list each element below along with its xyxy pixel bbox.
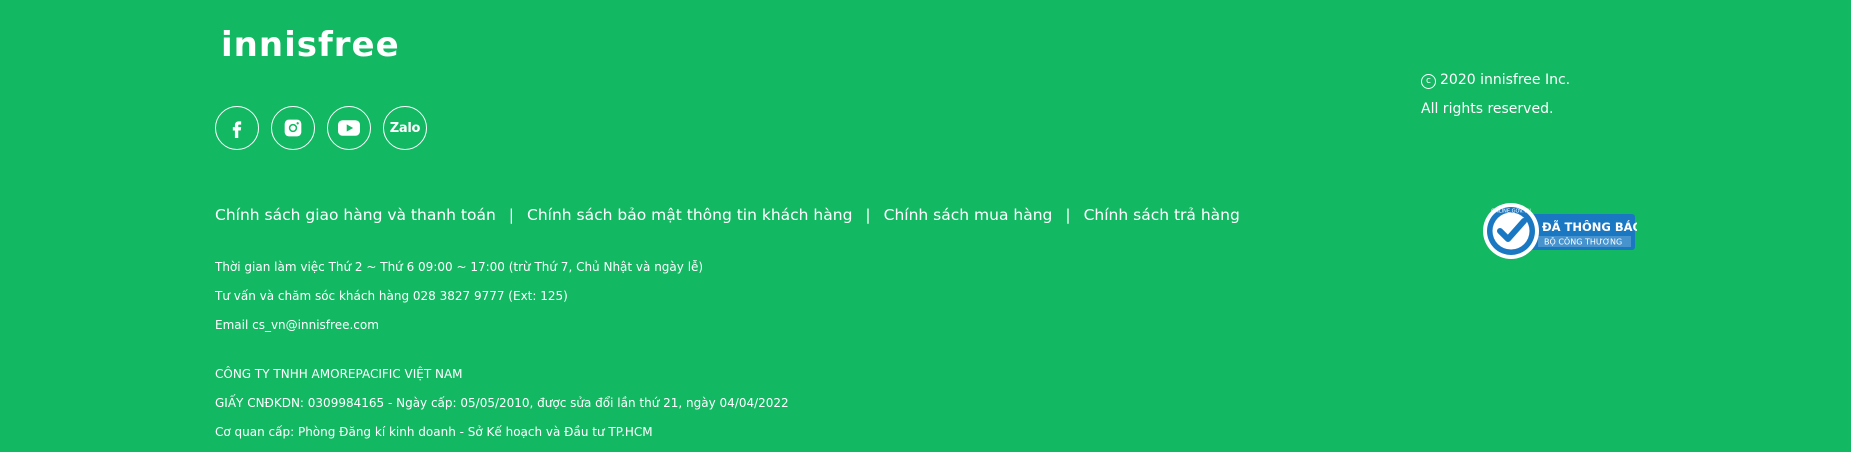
policy-link-shipping-payment[interactable]: Chính sách giao hàng và thanh toán bbox=[215, 206, 496, 224]
working-hours: Thời gian làm việc Thứ 2 ~ Thứ 6 09:00 ~… bbox=[215, 260, 704, 274]
policy-link-privacy[interactable]: Chính sách bảo mật thông tin khách hàng bbox=[527, 206, 852, 224]
instagram-button[interactable] bbox=[271, 106, 315, 150]
policy-link-purchase[interactable]: Chính sách mua hàng bbox=[884, 206, 1053, 224]
support-email: Email cs_vn@innisfree.com bbox=[215, 318, 379, 332]
copyright-icon: c bbox=[1421, 74, 1436, 89]
instagram-icon bbox=[284, 119, 302, 137]
badge-title: ĐÃ THÔNG BÁO bbox=[1542, 219, 1637, 234]
copyright-line-1: c 2020 innisfree Inc. bbox=[1421, 66, 1570, 95]
ministry-notified-badge[interactable]: ONLINE.GOV.VN ĐÃ THÔNG BÁO BỘ CÔNG THƯƠN… bbox=[1482, 202, 1637, 260]
copyright-line-2: All rights reserved. bbox=[1421, 101, 1554, 117]
site-footer: innisfree Zalo c 2020 innisfree Inc. All… bbox=[0, 0, 1851, 447]
facebook-button[interactable] bbox=[215, 106, 259, 150]
youtube-icon bbox=[338, 120, 360, 136]
youtube-button[interactable] bbox=[327, 106, 371, 150]
policy-separator: | bbox=[508, 206, 515, 224]
copyright-block: c 2020 innisfree Inc. All rights reserved… bbox=[1421, 66, 1570, 124]
zalo-icon: Zalo bbox=[389, 120, 421, 136]
policy-separator: | bbox=[865, 206, 871, 224]
policy-link-returns[interactable]: Chính sách trả hàng bbox=[1084, 206, 1240, 224]
badge-ring-text: ONLINE.GOV.VN bbox=[1491, 209, 1531, 215]
support-phone: Tư vấn và chăm sóc khách hàng 028 3827 9… bbox=[215, 289, 568, 303]
zalo-button[interactable]: Zalo bbox=[383, 106, 427, 150]
innisfree-logo[interactable]: innisfree bbox=[221, 24, 400, 66]
social-links: Zalo bbox=[215, 106, 427, 150]
badge-subtitle: BỘ CÔNG THƯƠNG bbox=[1544, 236, 1622, 247]
policy-links: Chính sách giao hàng và thanh toán | Chí… bbox=[215, 206, 1240, 224]
facebook-icon bbox=[232, 121, 242, 138]
issuing-authority: Cơ quan cấp: Phòng Đăng kí kinh doanh - … bbox=[215, 425, 653, 439]
copyright-text: 2020 innisfree Inc. bbox=[1440, 72, 1571, 88]
company-info: Thời gian làm việc Thứ 2 ~ Thứ 6 09:00 ~… bbox=[215, 258, 789, 452]
policy-separator: | bbox=[1065, 206, 1071, 224]
business-license: GIẤY CNĐKDN: 0309984165 - Ngày cấp: 05/0… bbox=[215, 396, 789, 410]
company-name: CÔNG TY TNHH AMOREPACIFIC VIỆT NAM bbox=[215, 367, 463, 381]
